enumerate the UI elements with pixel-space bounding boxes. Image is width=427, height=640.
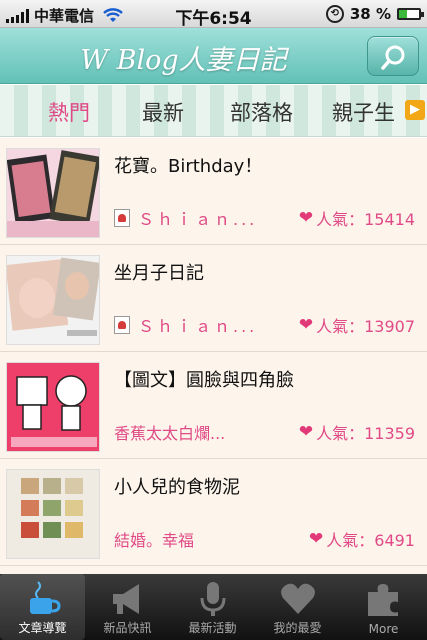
post-row[interactable]: 【圖文】圓臉與四角臉 香蕉太太白爛... ❤ 人氣：11359	[0, 352, 427, 459]
tab-blog[interactable]: 部落格	[230, 97, 293, 127]
author-badge-icon	[114, 316, 130, 334]
tabbar-item-news[interactable]: 新品快訊	[85, 574, 170, 640]
post-thumbnail	[6, 148, 100, 238]
tab-latest[interactable]: 最新	[142, 97, 184, 127]
megaphone-icon	[113, 584, 139, 614]
post-title: 【圖文】圓臉與四角臉	[114, 370, 294, 391]
tabbar-item-articles[interactable]: 文章導覽	[0, 574, 85, 640]
tabbar-item-more[interactable]: More	[340, 574, 427, 640]
post-author: 結婚。幸福	[114, 527, 194, 551]
bottom-tabbar: 文章導覽 新品快訊 最新活動 我的最愛 More	[0, 574, 427, 640]
heart-icon	[281, 583, 315, 614]
post-thumbnail	[6, 469, 100, 559]
post-row[interactable]: 坐月子日記 Ｓｈｉａｎ... ❤ 人氣：13907	[0, 245, 427, 352]
post-popularity: ❤ 人氣：13907	[299, 313, 415, 337]
popularity-count: 人氣：11359	[316, 424, 415, 443]
app-header: W Blog人妻日記	[0, 28, 427, 84]
app-title: W Blog人妻日記	[80, 45, 287, 76]
post-title: 坐月子日記	[114, 263, 204, 284]
cup-icon	[30, 581, 61, 614]
post-title: 花寶。Birthday！	[114, 156, 263, 177]
tabbar-label: 文章導覽	[18, 621, 67, 635]
post-author: 香蕉太太白爛...	[114, 420, 225, 444]
post-author: Ｓｈｉａｎ...	[114, 313, 257, 337]
post-row[interactable]: 花寶。Birthday！ Ｓｈｉａｎ... ❤ 人氣：15414	[0, 138, 427, 245]
heart-icon: ❤	[309, 529, 324, 549]
author-badge-icon	[114, 209, 130, 227]
battery-fill	[399, 10, 407, 18]
tab-parenting[interactable]: 親子生	[332, 97, 395, 127]
post-author: Ｓｈｉａｎ...	[114, 206, 257, 230]
puzzle-icon	[368, 584, 398, 616]
post-popularity: ❤ 人氣：6491	[309, 527, 415, 551]
rotation-lock-icon: ⟲	[325, 5, 344, 23]
post-title: 小人兒的食物泥	[114, 477, 240, 498]
tabbar-label: 新品快訊	[103, 621, 152, 635]
popularity-count: 人氣：15414	[316, 210, 415, 229]
author-name: Ｓｈｉａｎ...	[138, 210, 258, 229]
post-thumbnail	[6, 255, 100, 345]
tab-hot[interactable]: 熱門	[48, 97, 90, 127]
post-popularity: ❤ 人氣：11359	[299, 420, 415, 444]
battery-percent: 38 %	[349, 5, 391, 23]
tabbar-label: 最新活動	[188, 621, 237, 635]
post-thumbnail	[6, 362, 100, 452]
tabbar-item-favorites[interactable]: 我的最愛	[255, 574, 340, 640]
post-popularity: ❤ 人氣：15414	[299, 206, 415, 230]
popularity-count: 人氣：6491	[326, 531, 415, 550]
category-tabs: 熱門 最新 部落格 親子生 ▶	[0, 85, 427, 137]
tabbar-item-events[interactable]: 最新活動	[170, 574, 255, 640]
status-right: ⟲ 38 %	[325, 5, 424, 23]
tabbar-label: 我的最愛	[273, 621, 322, 635]
status-bar: 中華電信 下午6:54 ⟲ 38 %	[0, 0, 427, 29]
post-list: 花寶。Birthday！ Ｓｈｉａｎ... ❤ 人氣：15414 坐月子日記 Ｓ…	[0, 138, 427, 574]
battery-icon	[397, 8, 424, 20]
post-row[interactable]: 小人兒的食物泥 結婚。幸福 ❤ 人氣：6491	[0, 459, 427, 566]
heart-icon: ❤	[298, 422, 314, 442]
heart-icon: ❤	[298, 315, 314, 335]
author-name: 香蕉太太白爛...	[114, 424, 226, 443]
microphone-icon	[200, 582, 226, 616]
author-name: 結婚。幸福	[114, 531, 195, 550]
search-icon	[381, 45, 405, 70]
search-button[interactable]	[367, 36, 419, 76]
author-name: Ｓｈｉａｎ...	[138, 317, 258, 336]
tabbar-label: More	[368, 622, 399, 636]
heart-icon: ❤	[298, 208, 314, 228]
tabs-scroll-right-icon[interactable]: ▶	[405, 100, 425, 120]
popularity-count: 人氣：13907	[316, 317, 415, 336]
